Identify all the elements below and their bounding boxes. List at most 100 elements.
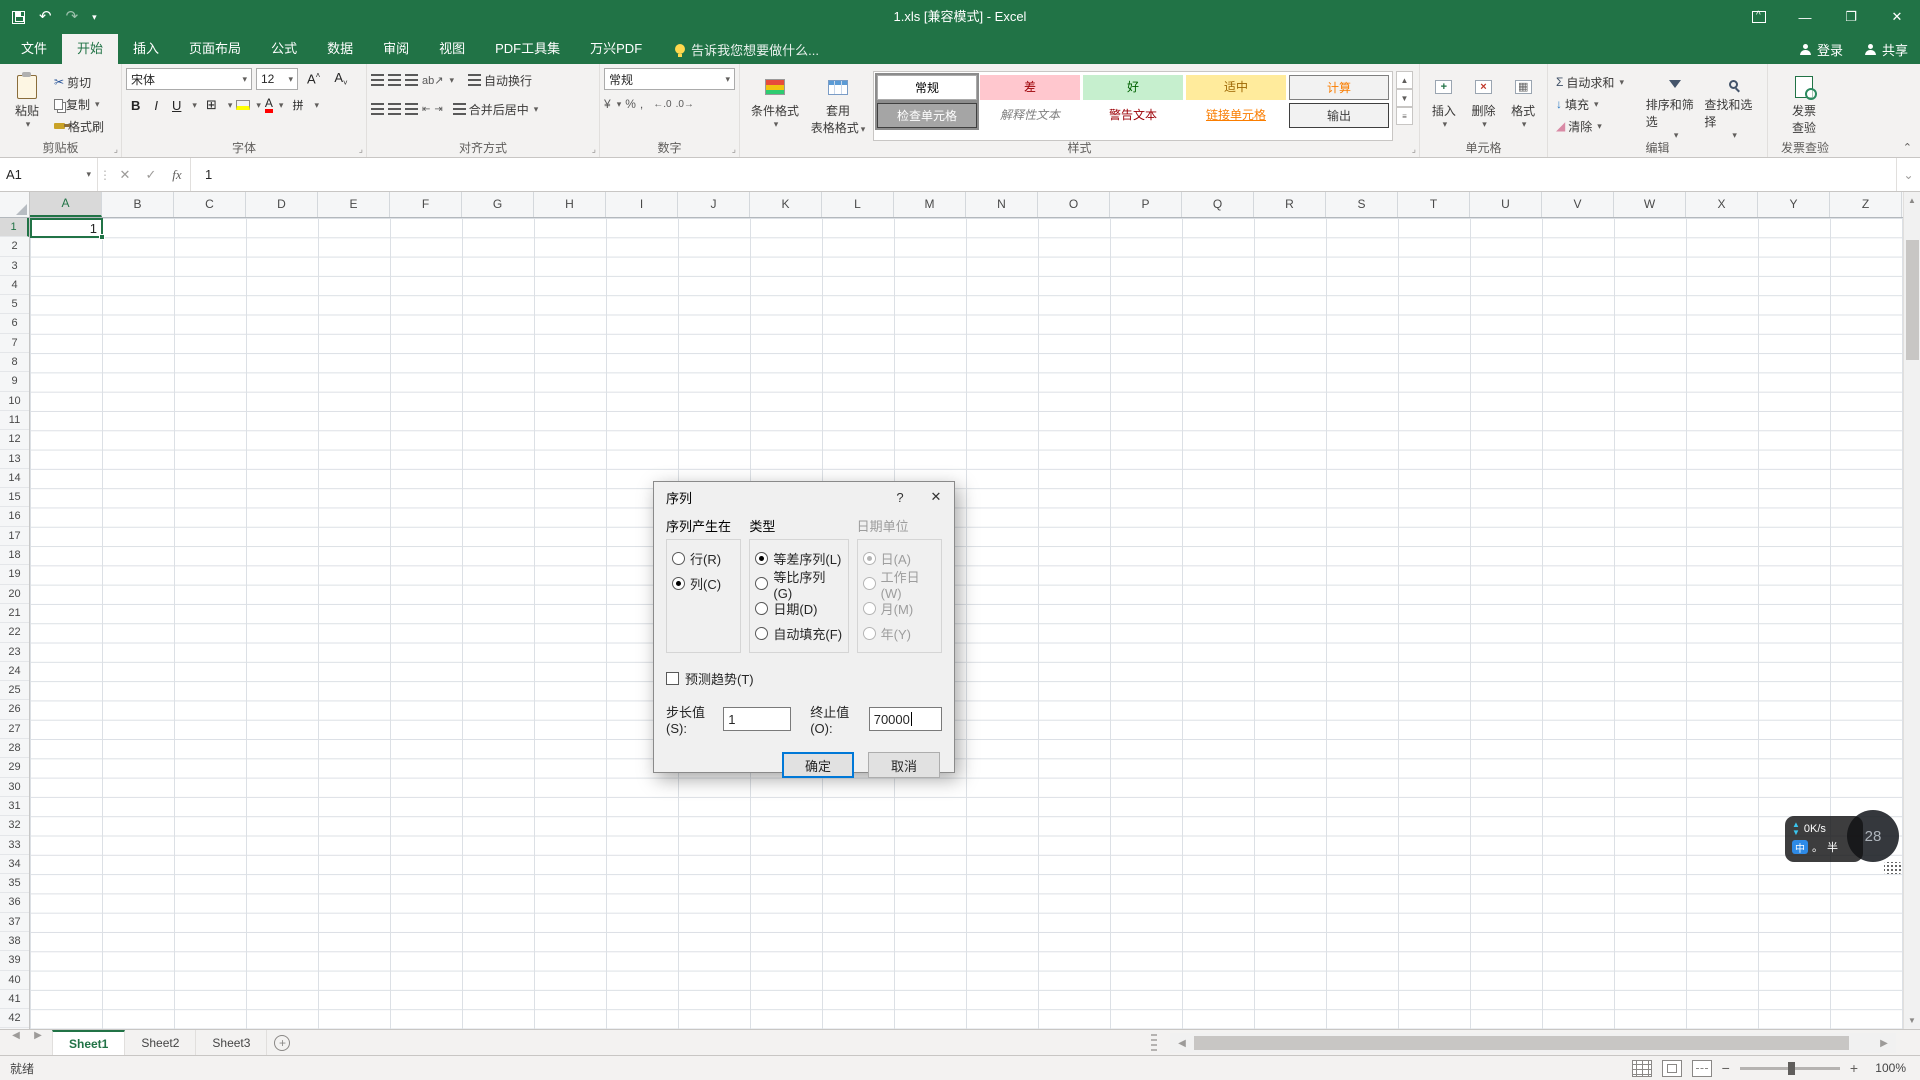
align-bottom-icon[interactable] <box>405 74 418 86</box>
column-header-C[interactable]: C <box>174 192 246 217</box>
tab-页面布局[interactable]: 页面布局 <box>174 34 256 64</box>
row-header-7[interactable]: 7 <box>0 334 29 354</box>
zoom-slider[interactable] <box>1739 1061 1840 1075</box>
tab-公式[interactable]: 公式 <box>256 34 312 64</box>
row-header-31[interactable]: 31 <box>0 797 29 817</box>
gallery-more-icon[interactable]: ≡ <box>1396 107 1413 125</box>
ime-language-toggle[interactable]: 中 <box>1792 840 1808 855</box>
row-header-32[interactable]: 32 <box>0 816 29 836</box>
row-header-10[interactable]: 10 <box>0 392 29 411</box>
vertical-scroll-thumb[interactable] <box>1906 240 1919 360</box>
page-layout-view-icon[interactable] <box>1661 1059 1682 1077</box>
column-header-V[interactable]: V <box>1542 192 1614 217</box>
styles-dialog-launcher[interactable]: ⌟ <box>1412 144 1416 155</box>
row-header-30[interactable]: 30 <box>0 778 29 797</box>
column-header-F[interactable]: F <box>390 192 462 217</box>
cell-style-适中[interactable]: 适中 <box>1186 75 1286 100</box>
sign-in-button[interactable]: 登录 <box>1799 40 1843 59</box>
column-header-Q[interactable]: Q <box>1182 192 1254 217</box>
sheet-nav-right-icon[interactable]: ▶ <box>26 1030 50 1041</box>
formula-input[interactable]: 1 <box>190 158 1896 191</box>
cancel-button[interactable]: 取消 <box>868 752 940 778</box>
row-header-16[interactable]: 16 <box>0 507 29 527</box>
align-right-icon[interactable] <box>405 103 418 115</box>
ime-pill[interactable]: ▲ ▼ 0K/s 中 。 半 <box>1785 816 1863 862</box>
ribbon-display-options-button[interactable] <box>1736 0 1782 34</box>
hscroll-right-icon[interactable]: ▶ <box>1872 1038 1896 1049</box>
autosum-button[interactable]: Σ 自动求和 ▾ <box>1552 71 1646 93</box>
horizontal-scroll-thumb[interactable] <box>1194 1036 1849 1050</box>
enter-entry-icon[interactable]: ✓ <box>138 158 164 191</box>
column-header-S[interactable]: S <box>1326 192 1398 217</box>
cell-style-好[interactable]: 好 <box>1083 75 1183 100</box>
ok-button[interactable]: 确定 <box>782 752 854 778</box>
row-header-3[interactable]: 3 <box>0 257 29 276</box>
row-header-27[interactable]: 27 <box>0 720 29 740</box>
column-header-T[interactable]: T <box>1398 192 1470 217</box>
tell-me-box[interactable]: 告诉我您想要做什么... <box>675 34 819 64</box>
column-header-Y[interactable]: Y <box>1758 192 1830 217</box>
paste-button[interactable]: 粘贴 ▾ <box>4 67 50 141</box>
horizontal-scrollbar[interactable]: ◀ ▶ <box>1170 1033 1896 1053</box>
ime-width-toggle[interactable]: 半 <box>1827 839 1838 855</box>
merge-center-button[interactable]: 合并后居中 ▾ <box>449 98 543 120</box>
decrease-font-size-button[interactable]: A˅ <box>329 70 352 88</box>
dialog-help-icon[interactable]: ? <box>882 482 918 512</box>
column-header-J[interactable]: J <box>678 192 750 217</box>
column-header-R[interactable]: R <box>1254 192 1326 217</box>
tab-视图[interactable]: 视图 <box>424 34 480 64</box>
row-header-39[interactable]: 39 <box>0 951 29 971</box>
align-top-icon[interactable] <box>371 74 384 86</box>
conditional-formatting-button[interactable]: 条件格式 ▾ <box>744 67 806 141</box>
tab-数据[interactable]: 数据 <box>312 34 368 64</box>
orientation-icon[interactable]: ab↗ <box>422 74 443 87</box>
row-header-1[interactable]: 1 <box>0 218 29 238</box>
undo-icon[interactable]: ↶ <box>39 0 52 34</box>
page-break-view-icon[interactable] <box>1691 1059 1712 1077</box>
column-header-U[interactable]: U <box>1470 192 1542 217</box>
column-header-W[interactable]: W <box>1614 192 1686 217</box>
row-header-40[interactable]: 40 <box>0 971 29 990</box>
row-header-22[interactable]: 22 <box>0 623 29 643</box>
column-header-G[interactable]: G <box>462 192 534 217</box>
row-header-18[interactable]: 18 <box>0 546 29 566</box>
invoice-check-button[interactable]: 发票 查验 <box>1772 67 1836 141</box>
row-header-23[interactable]: 23 <box>0 643 29 662</box>
column-header-H[interactable]: H <box>534 192 606 217</box>
insert-cells-button[interactable]: + 插入 ▾ <box>1424 67 1464 141</box>
customize-quick-access-icon[interactable]: ▾ <box>92 0 97 34</box>
dialog-close-icon[interactable]: ✕ <box>918 482 954 512</box>
dialog-title-bar[interactable]: 序列 ? ✕ <box>654 482 954 512</box>
stop-value-input[interactable]: 70000 <box>868 707 942 731</box>
column-header-X[interactable]: X <box>1686 192 1758 217</box>
name-box[interactable]: A1 ▾ <box>0 158 98 191</box>
cell-style-检查单元格[interactable]: 检查单元格 <box>875 101 979 130</box>
font-dialog-launcher[interactable]: ⌟ <box>359 144 363 155</box>
column-header-L[interactable]: L <box>822 192 894 217</box>
column-header-N[interactable]: N <box>966 192 1038 217</box>
column-header-B[interactable]: B <box>102 192 174 217</box>
row-header-21[interactable]: 21 <box>0 604 29 624</box>
row-header-33[interactable]: 33 <box>0 836 29 855</box>
tab-万兴PDF[interactable]: 万兴PDF <box>575 34 657 64</box>
format-painter-button[interactable]: 格式刷 <box>50 115 108 137</box>
row-header-36[interactable]: 36 <box>0 893 29 913</box>
underline-button[interactable]: U <box>167 98 186 113</box>
ime-keyboard-icon[interactable] <box>1884 862 1901 874</box>
cell-style-输出[interactable]: 输出 <box>1289 103 1389 128</box>
number-dialog-launcher[interactable]: ⌟ <box>732 144 736 155</box>
row-header-11[interactable]: 11 <box>0 411 29 431</box>
wrap-text-button[interactable]: 自动换行 <box>464 69 536 91</box>
copy-button[interactable]: 复制 ▾ <box>50 93 108 115</box>
row-header-14[interactable]: 14 <box>0 469 29 489</box>
minimize-button[interactable]: — <box>1782 0 1828 34</box>
vertical-scrollbar[interactable]: ▲ ▼ <box>1903 192 1920 1029</box>
radio-option-自动填充(F)[interactable]: 自动填充(F) <box>755 621 842 646</box>
cancel-entry-icon[interactable]: ✕ <box>112 158 138 191</box>
column-header-M[interactable]: M <box>894 192 966 217</box>
font-color-icon[interactable]: A <box>264 97 273 113</box>
column-header-I[interactable]: I <box>606 192 678 217</box>
row-header-15[interactable]: 15 <box>0 488 29 508</box>
decrease-indent-icon[interactable]: ⇤ <box>422 104 430 115</box>
column-header-Z[interactable]: Z <box>1830 192 1902 217</box>
